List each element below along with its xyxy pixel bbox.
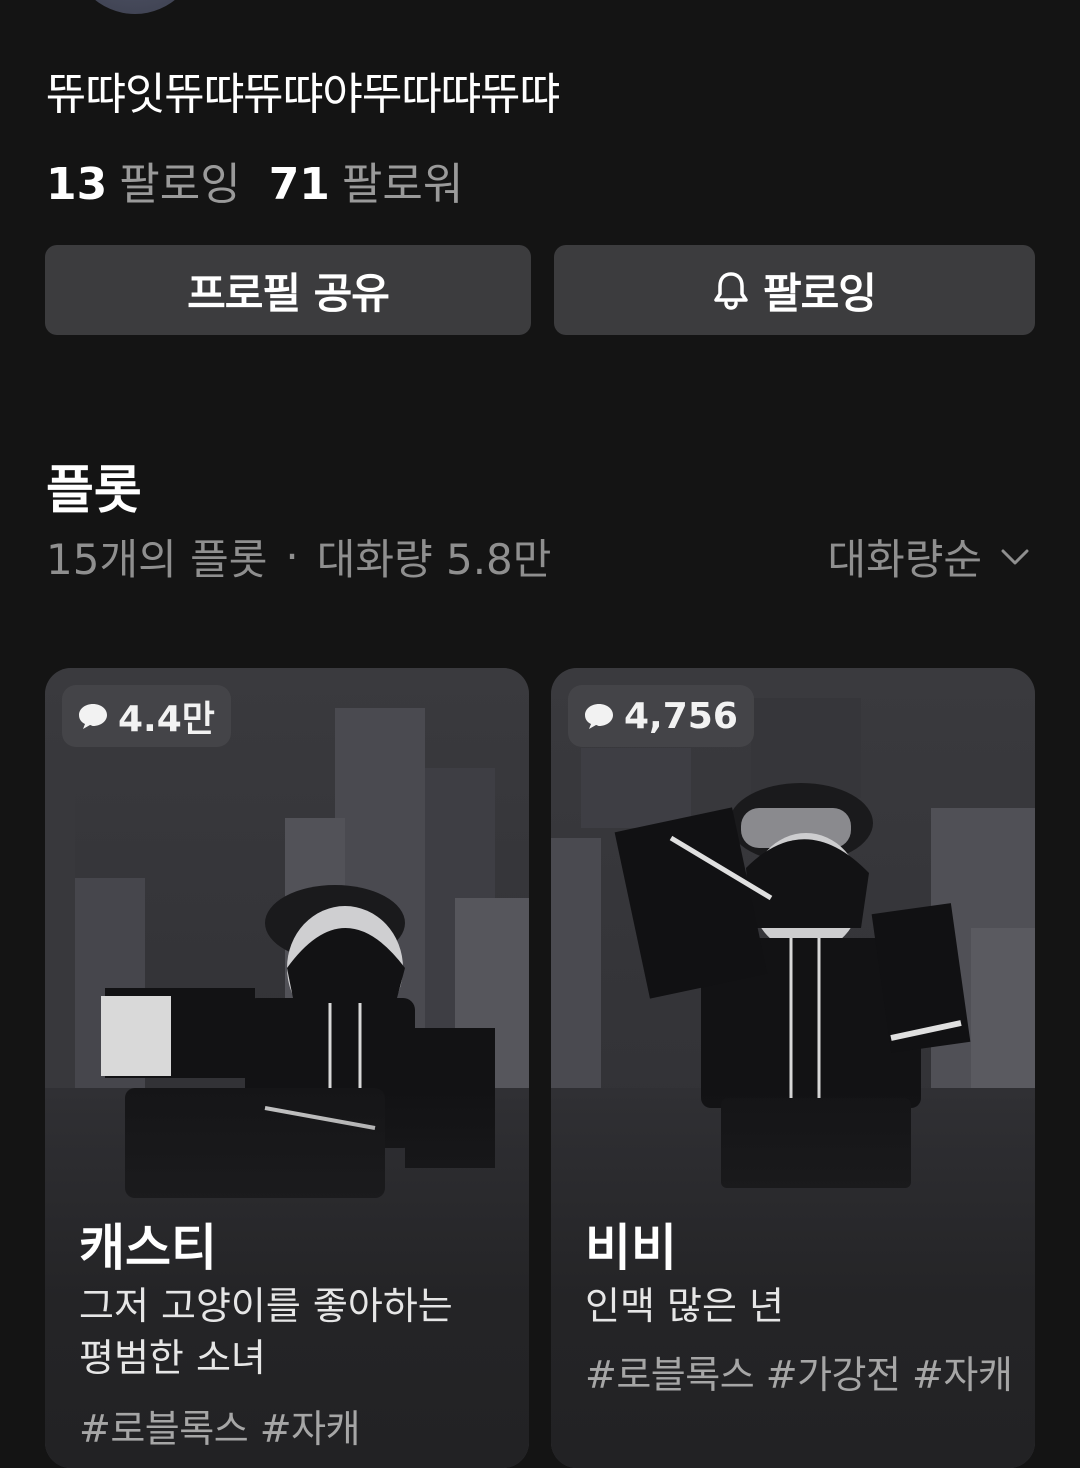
card-description: 그저 고양이를 좋아하는 평범한 소녀 <box>79 1284 453 1380</box>
follow-stats: 13 팔로잉 71 팔로워 <box>46 148 463 212</box>
following-label: 팔로잉 <box>119 159 241 210</box>
meta-separator: · <box>285 532 299 581</box>
profile-name: 뜌땨잇뜌땨뜌땨야뚜따땨뜌땨 <box>46 69 560 120</box>
plot-card[interactable]: 4.4만 캐스티 그저 고양이를 좋아하는 평범한 소녀 #로블록스 #자캐 <box>45 668 529 1468</box>
bell-icon <box>714 272 748 310</box>
card-title: 비비 <box>585 1219 677 1277</box>
share-profile-label: 프로필 공유 <box>187 268 390 318</box>
plots-section-title: 플롯 <box>46 461 142 521</box>
card-title: 캐스티 <box>79 1219 217 1277</box>
profile-avatar[interactable] <box>70 0 200 14</box>
following-count: 13 <box>46 159 108 210</box>
card-description: 인맥 많은 년 <box>585 1284 784 1328</box>
chevron-down-icon <box>1001 549 1029 564</box>
comment-icon <box>585 704 613 729</box>
card-tags: #로블록스 #가강전 #자캐 <box>585 1353 1013 1397</box>
followers-count: 71 <box>268 159 330 210</box>
card-tags: #로블록스 #자캐 <box>79 1407 361 1451</box>
sort-label: 대화량순 <box>827 535 982 584</box>
followers-stat[interactable]: 71 팔로워 <box>269 148 464 212</box>
plot-card[interactable]: 4,756 비비 인맥 많은 년 #로블록스 #가강전 #자캐 <box>551 668 1035 1468</box>
comment-badge: 4,756 <box>568 685 754 747</box>
followers-label: 팔로워 <box>341 159 464 210</box>
comment-icon <box>79 704 107 729</box>
plots-volume: 대화량 5.8만 <box>316 535 552 584</box>
comment-badge: 4.4만 <box>62 685 231 747</box>
comment-count: 4.4만 <box>118 699 215 740</box>
following-button-label: 팔로잉 <box>763 268 877 318</box>
comment-count: 4,756 <box>624 695 738 737</box>
share-profile-button[interactable]: 프로필 공유 <box>45 245 531 335</box>
plots-section-meta: 15개의 플롯 · 대화량 5.8만 <box>46 526 551 587</box>
following-button[interactable]: 팔로잉 <box>554 245 1035 335</box>
sort-dropdown[interactable]: 대화량순 <box>827 526 1030 587</box>
following-stat[interactable]: 13 팔로잉 <box>46 148 241 212</box>
plots-count: 15개의 플롯 <box>46 535 268 584</box>
